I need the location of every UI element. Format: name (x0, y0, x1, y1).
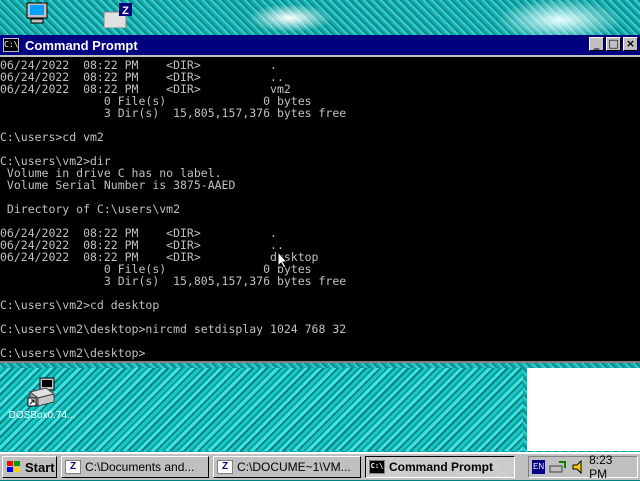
command-prompt-window[interactable]: C:\ Command Prompt _ □ × 06/24/2022 08:2… (0, 35, 640, 363)
taskbar-button-docume[interactable]: Z C:\DOCUME~1\VM... (213, 456, 361, 478)
dosbox-shortcut[interactable]: DOSBox0.74... (2, 376, 82, 421)
taskbar-button-label: C:\DOCUME~1\VM... (237, 460, 351, 474)
language-indicator[interactable]: EN (532, 460, 546, 474)
windows-logo-icon (6, 460, 22, 474)
maximize-button[interactable]: □ (606, 37, 621, 51)
taskbar-button-command-prompt[interactable]: C:\ Command Prompt (365, 456, 515, 478)
window-title: Command Prompt (25, 37, 138, 53)
console-text: 06/24/2022 08:22 PM <DIR> . 06/24/2022 0… (0, 58, 347, 360)
window-titlebar[interactable]: C:\ Command Prompt _ □ × (0, 35, 640, 55)
desktop-blank-area (527, 368, 640, 451)
minimize-button[interactable]: _ (589, 37, 604, 51)
cmd-icon[interactable]: C:\ (3, 38, 19, 52)
shortcut-label: DOSBox0.74... (8, 410, 76, 421)
start-button[interactable]: Start (2, 456, 57, 478)
taskbar: Start Z C:\Documents and... Z C:\DOCUME~… (0, 452, 640, 481)
cmd-icon: C:\ (369, 460, 385, 474)
start-label: Start (25, 459, 55, 475)
svg-text:Z: Z (122, 5, 129, 17)
close-button[interactable]: × (623, 37, 638, 51)
computer-icon[interactable] (24, 2, 52, 28)
zip-icon[interactable]: Z (103, 2, 132, 29)
safely-remove-hardware-icon[interactable] (549, 460, 567, 474)
zip-icon: Z (65, 460, 81, 474)
taskbar-button-label: C:\Documents and... (85, 460, 195, 474)
clock[interactable]: 8:23 PM (589, 453, 631, 481)
system-tray: EN 8:23 PM (528, 453, 638, 481)
taskbar-button-label: Command Prompt (389, 460, 494, 474)
console-output[interactable]: 06/24/2022 08:22 PM <DIR> . 06/24/2022 0… (0, 57, 640, 361)
speaker-icon[interactable] (571, 459, 589, 475)
zip-icon: Z (217, 460, 233, 474)
taskbar-button-documents[interactable]: Z C:\Documents and... (61, 456, 209, 478)
dosbox-icon (26, 376, 58, 408)
